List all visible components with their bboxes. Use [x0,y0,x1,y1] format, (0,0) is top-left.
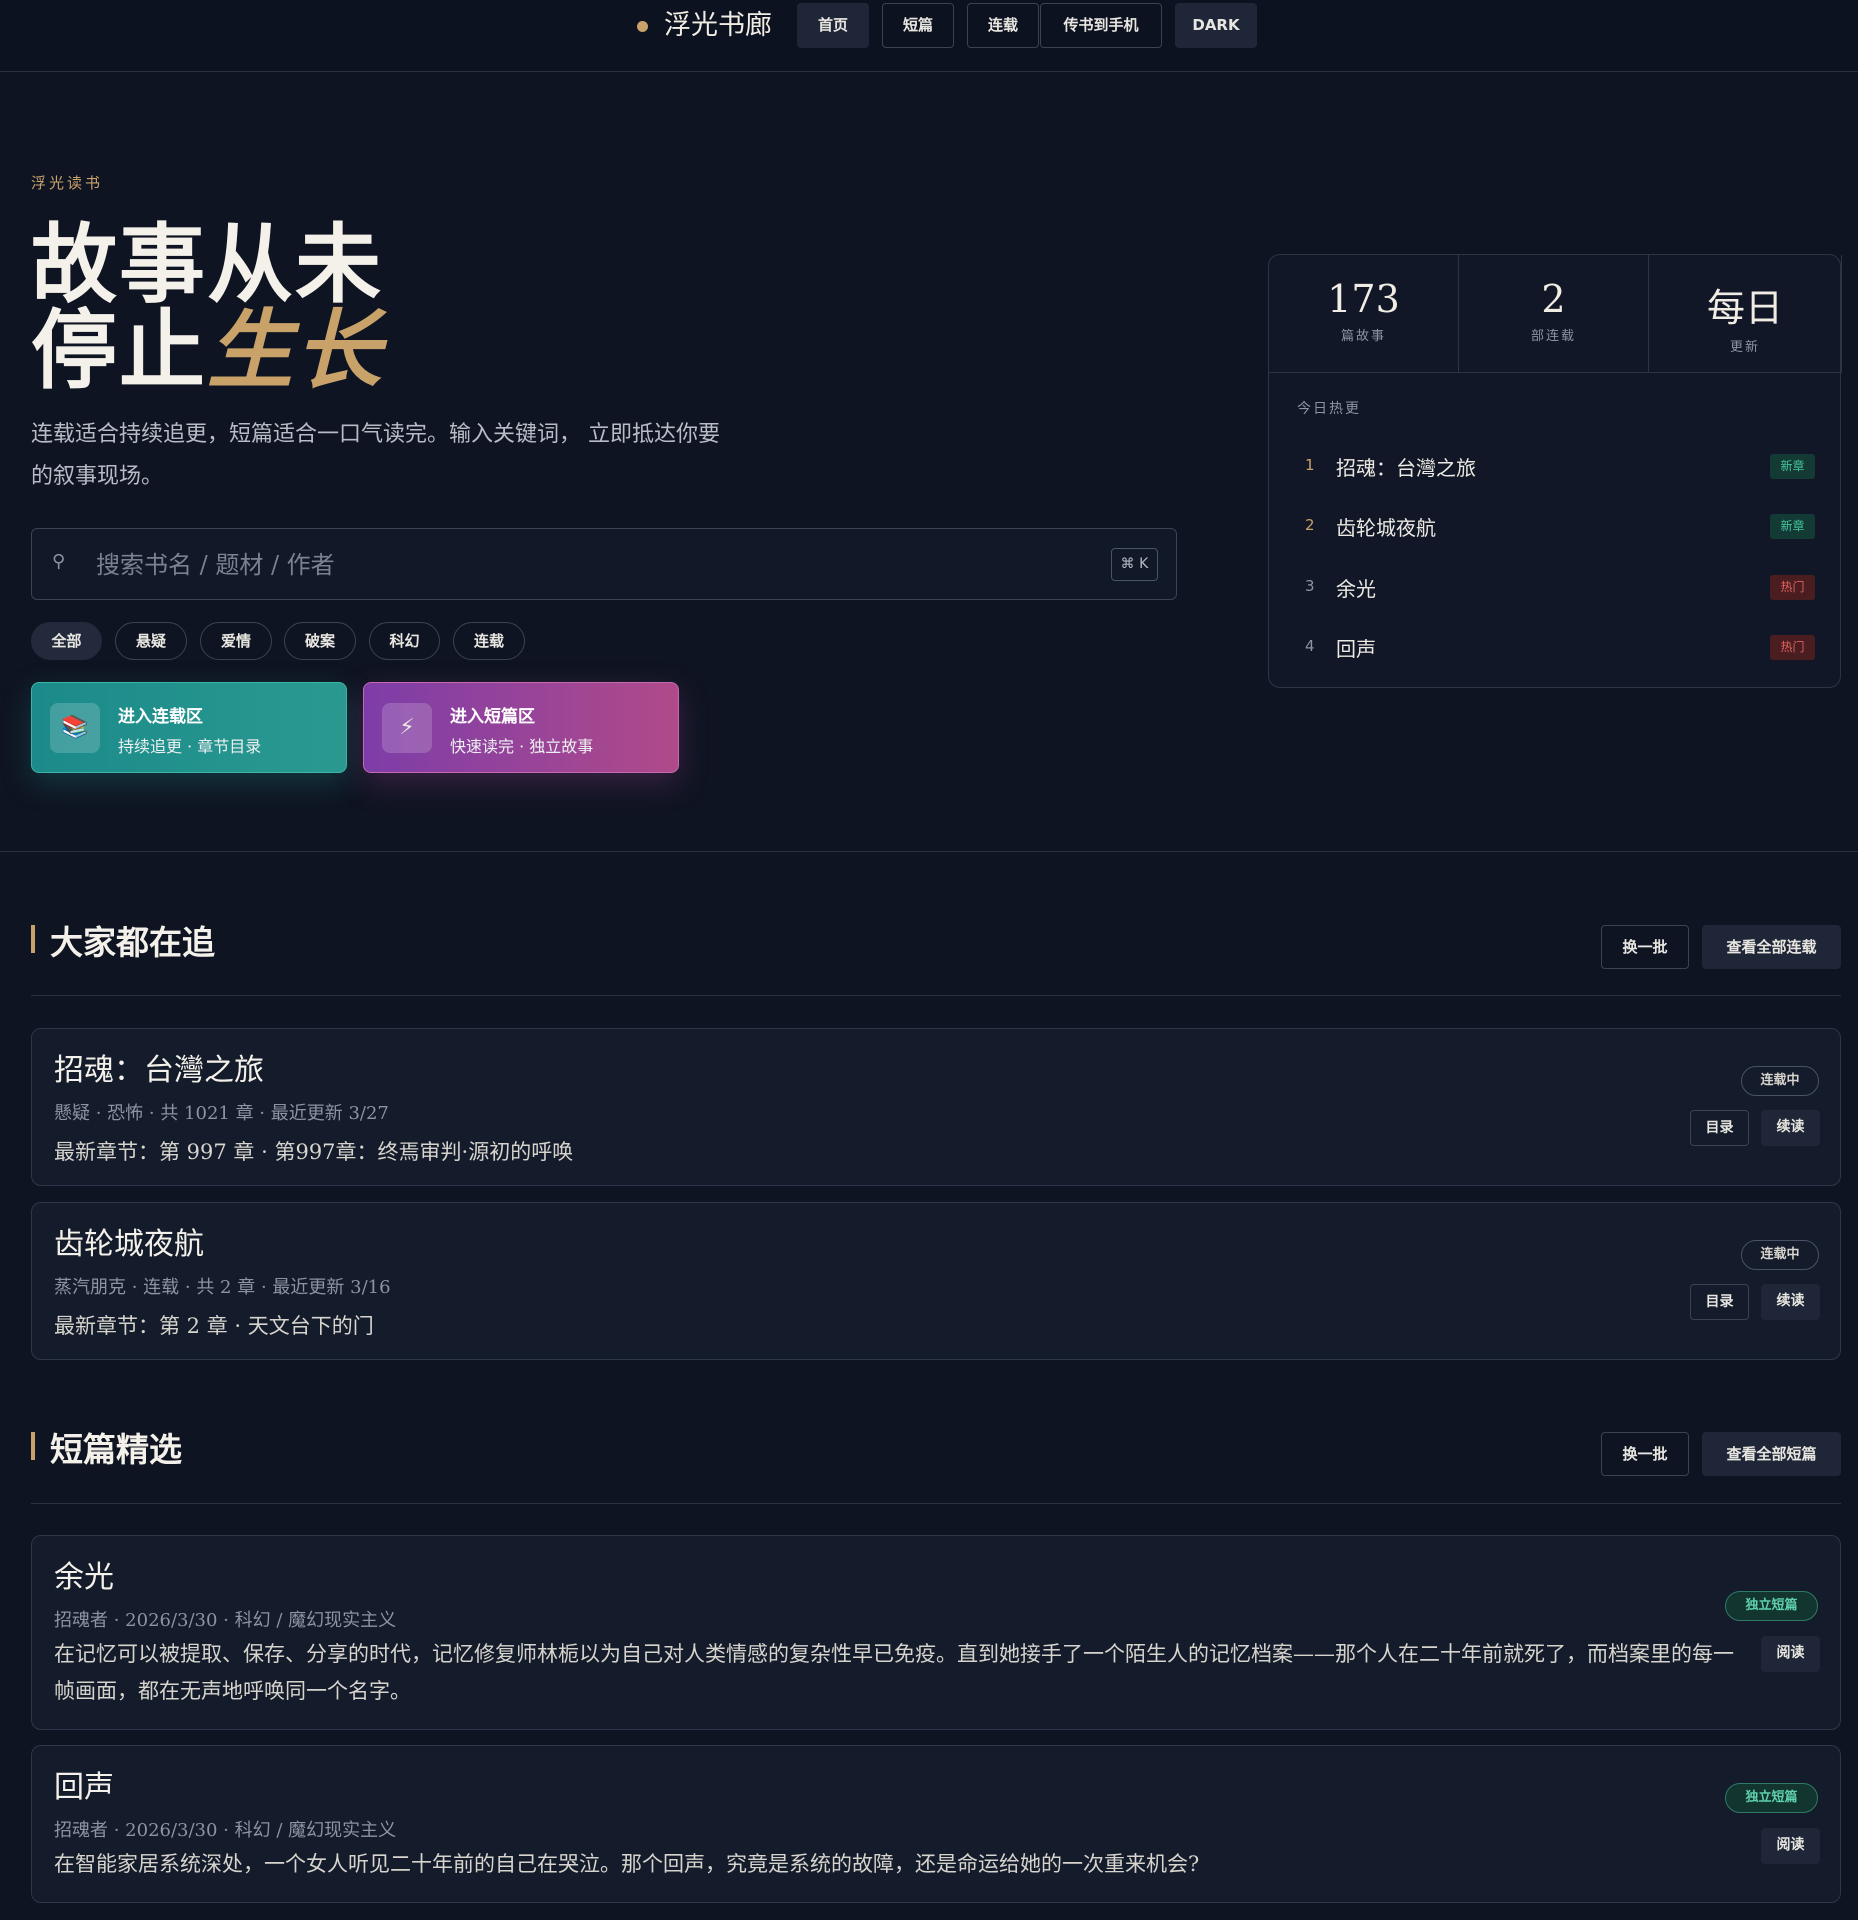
cta-serial-title: 进入连载区 [118,707,203,727]
cta-short-title: 进入短篇区 [450,707,535,727]
cta-short-subtitle: 快速读完 · 独立故事 [450,737,594,756]
serial-latest-chapter: 最新章节：第 997 章 · 第997章：终焉审判·源初的呼唤 [54,1140,574,1164]
toc-button[interactable]: 目录 [1690,1110,1749,1146]
hot-badge: 热门 [1770,575,1815,600]
short-card[interactable]: 余光 招魂者 · 2026/3/30 · 科幻 / 魔幻现实主义 在记忆可以被提… [31,1535,1841,1730]
stat-serials: 2 部连载 [1459,255,1649,373]
stat-label: 更新 [1729,340,1760,355]
chip-mystery[interactable]: 悬疑 [115,622,187,660]
chip-all[interactable]: 全部 [31,622,102,660]
hot-rank: 1 [1305,456,1315,474]
serial-card[interactable]: 招魂：台灣之旅 懸疑 · 恐怖 · 共 1021 章 · 最近更新 3/27 最… [31,1028,1841,1186]
short-title: 回声 [54,1770,114,1805]
view-all-serials-button[interactable]: 查看全部连载 [1702,925,1841,969]
hot-rank: 2 [1305,516,1315,534]
books-icon: 📚 [50,703,100,753]
stat-label: 部连载 [1530,329,1576,344]
hero-divider [0,851,1858,852]
hot-name: 齿轮城夜航 [1336,516,1436,540]
brand-dot-icon [637,21,648,32]
short-meta: 招魂者 · 2026/3/30 · 科幻 / 魔幻现实主义 [54,1820,397,1841]
nav-dark-toggle[interactable]: DARK [1175,3,1257,48]
standalone-badge: 独立短篇 [1725,1591,1818,1621]
chip-serial[interactable]: 连载 [453,622,525,660]
stat-stories: 173 篇故事 [1269,255,1459,373]
nav-send-to-phone[interactable]: 传书到手机 [1040,3,1162,48]
hot-rank: 4 [1305,637,1315,655]
enter-short-button[interactable]: ⚡ 进入短篇区 快速读完 · 独立故事 [363,682,679,773]
section-rule [31,1503,1841,1504]
hot-item[interactable]: 1 招魂：台灣之旅 新章 [1269,442,1842,490]
toc-button[interactable]: 目录 [1690,1284,1749,1320]
view-all-shorts-button[interactable]: 查看全部短篇 [1702,1432,1841,1476]
serial-section-title: 大家都在追 [50,923,215,962]
serial-latest-chapter: 最新章节：第 2 章 · 天文台下的门 [54,1314,374,1338]
stat-value: 173 [1327,277,1400,321]
hot-name: 招魂：台灣之旅 [1336,456,1476,480]
short-card[interactable]: 回声 招魂者 · 2026/3/30 · 科幻 / 魔幻现实主义 在智能家居系统… [31,1745,1841,1903]
stat-value: 2 [1541,277,1566,321]
section-accent-bar [31,925,35,953]
section-rule [31,995,1841,996]
serial-refresh-button[interactable]: 换一批 [1601,925,1689,969]
enter-serial-button[interactable]: 📚 进入连载区 持续追更 · 章节目录 [31,682,347,773]
short-meta: 招魂者 · 2026/3/30 · 科幻 / 魔幻现实主义 [54,1610,397,1631]
serial-title: 齿轮城夜航 [54,1227,204,1262]
chip-detective[interactable]: 破案 [284,622,356,660]
search-shortcut: ⌘ K [1111,548,1158,581]
hot-name: 余光 [1336,577,1376,601]
hero-title-line2: 停止生长 [31,308,383,394]
serial-title: 招魂：台灣之旅 [54,1053,264,1088]
short-refresh-button[interactable]: 换一批 [1601,1432,1689,1476]
read-button[interactable]: 阅读 [1761,1636,1820,1672]
new-chapter-badge: 新章 [1770,454,1815,479]
continue-reading-button[interactable]: 续读 [1761,1110,1820,1146]
hot-name: 回声 [1336,637,1376,661]
nav-short[interactable]: 短篇 [882,3,954,48]
hot-list-title: 今日热更 [1297,401,1361,417]
hero-title: 故事从未 停止生长 [31,222,383,394]
short-title: 余光 [54,1560,114,1595]
hero-eyebrow: 浮光读书 [31,174,104,192]
hero-title-accent: 生长 [207,300,383,401]
new-chapter-badge: 新章 [1770,514,1815,539]
hero-title-plain: 停止 [31,300,207,401]
stat-label: 篇故事 [1340,329,1386,344]
hot-item[interactable]: 4 回声 热门 [1269,623,1842,671]
read-button[interactable]: 阅读 [1761,1828,1820,1864]
nav-serial[interactable]: 连载 [967,3,1039,48]
serial-meta: 蒸汽朋克 · 连载 · 共 2 章 · 最近更新 3/16 [54,1277,391,1298]
stat-value: 每日 [1706,286,1783,330]
nav-home[interactable]: 首页 [797,3,869,48]
hot-item[interactable]: 2 齿轮城夜航 新章 [1269,502,1842,550]
chip-romance[interactable]: 爱情 [200,622,272,660]
hot-item[interactable]: 3 余光 热门 [1269,563,1842,611]
serializing-badge: 连载中 [1741,1240,1819,1270]
serial-meta: 懸疑 · 恐怖 · 共 1021 章 · 最近更新 3/27 [54,1103,389,1124]
section-accent-bar [31,1432,35,1460]
serial-card[interactable]: 齿轮城夜航 蒸汽朋克 · 连载 · 共 2 章 · 最近更新 3/16 最新章节… [31,1202,1841,1360]
short-description: 在智能家居系统深处，一个女人听见二十年前的自己在哭泣。那个回声，究竟是系统的故障… [54,1852,1200,1876]
brand-logo[interactable]: 浮光书廊 [664,8,772,44]
serializing-badge: 连载中 [1741,1066,1819,1096]
stat-update: 每日 更新 [1649,255,1842,373]
hero-subtitle: 连载适合持续追更，短篇适合一口气读完。输入关键词， 立即抵达你要的叙事现场。 [31,422,720,489]
continue-reading-button[interactable]: 续读 [1761,1284,1820,1320]
search-icon: ⚲ [52,551,66,572]
hero-title-line1: 故事从未 [31,214,383,315]
hot-rank: 3 [1305,577,1315,595]
chip-scifi[interactable]: 科幻 [369,622,440,660]
lightning-icon: ⚡ [382,703,432,753]
short-description: 在记忆可以被提取、保存、分享的时代，记忆修复师林栀以为自己对人类情感的复杂性早已… [54,1642,1734,1703]
search-input[interactable] [96,543,996,587]
search-box: ⚲ ⌘ K [31,528,1177,600]
standalone-badge: 独立短篇 [1725,1783,1818,1813]
hot-badge: 热门 [1770,635,1815,660]
short-section-title: 短篇精选 [50,1430,182,1469]
stats-panel: 173 篇故事 2 部连载 每日 更新 今日热更 1 招魂：台灣之旅 新章 2 … [1268,254,1842,688]
cta-serial-subtitle: 持续追更 · 章节目录 [118,737,262,756]
top-nav: 浮光书廊 首页 短篇 连载 传书到手机 DARK [0,0,1858,72]
